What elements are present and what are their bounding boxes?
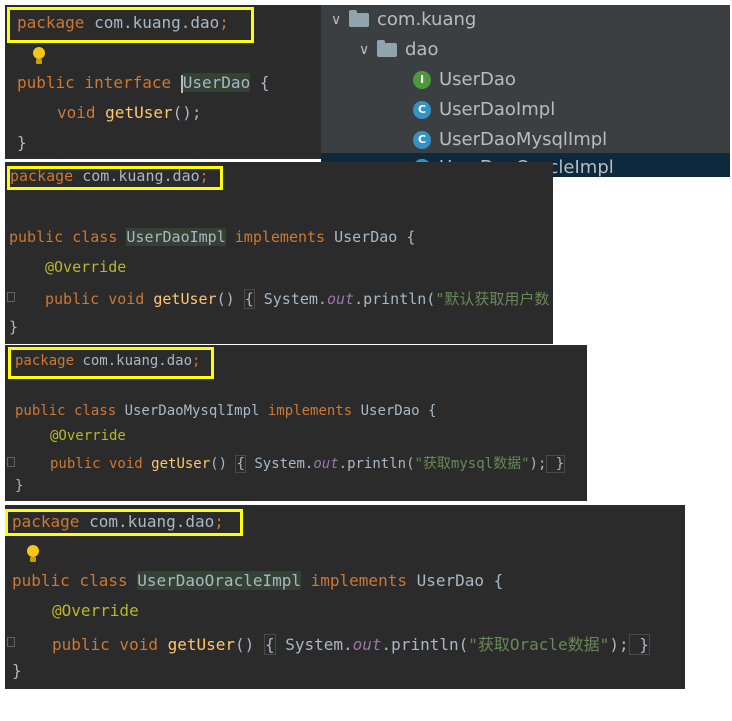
close-brace: }: [17, 133, 27, 152]
keyword: public class: [12, 571, 138, 590]
method-params: ();: [172, 103, 202, 122]
interface-name: UserDao: [182, 73, 251, 92]
code-text: .println(: [338, 456, 415, 472]
close-brace: }: [9, 318, 19, 336]
tree-item-folder[interactable]: ∨ dao: [359, 39, 438, 60]
tree-item-userdaomysqlimpl[interactable]: C UserDaoMysqlImpl: [413, 129, 607, 150]
method-params: (): [216, 290, 244, 308]
method-line: public void getUser() { System.out.print…: [52, 631, 650, 655]
brace: }: [546, 455, 566, 473]
code-text: .println(: [354, 290, 436, 308]
keyword: public interface: [17, 73, 181, 92]
file-label: UserDaoImpl: [439, 99, 556, 120]
project-tree: ∨ com.kuang ∨ dao I UserDao C UserDaoImpl CU…: [321, 5, 730, 177]
method-name: getUser: [151, 456, 211, 472]
brace: {: [243, 289, 255, 309]
highlight-box: [7, 7, 254, 43]
brace: {: [484, 571, 504, 590]
keyword: public void: [45, 290, 154, 308]
brace: }: [628, 634, 650, 655]
file-label: UserDaoMysqlImpl: [439, 129, 608, 150]
brace: {: [263, 634, 276, 655]
fold-icon[interactable]: [7, 637, 15, 647]
class-name: UserDaoOracleImpl: [137, 571, 301, 590]
class-name: UserDaoImpl: [126, 228, 226, 246]
chevron-down-icon[interactable]: ∨: [359, 42, 377, 58]
class-line: public class UserDaoMysqlImpl implements…: [15, 403, 436, 419]
static-field: out: [313, 456, 339, 472]
interface-name: UserDao: [360, 403, 420, 419]
static-field: out: [326, 290, 355, 308]
keyword: implements: [301, 571, 417, 590]
keyword: public class: [9, 228, 127, 246]
static-field: out: [352, 635, 382, 654]
brace: {: [235, 455, 246, 473]
method-name: getUser: [167, 635, 236, 654]
highlight-box: [8, 347, 214, 379]
keyword: void: [57, 103, 106, 122]
brace: {: [397, 228, 416, 246]
class-name: UserDaoMysqlImpl: [124, 403, 260, 419]
highlight-box: [7, 166, 223, 190]
tree-item-userdaoimpl[interactable]: C UserDaoImpl: [413, 99, 555, 120]
method-params: (): [210, 456, 236, 472]
tree-item-package[interactable]: ∨ com.kuang: [331, 9, 476, 30]
keyword: public class: [15, 403, 125, 419]
method-name: getUser: [153, 290, 217, 308]
keyword: public void: [52, 635, 168, 654]
string-literal: "默认获取用户数: [435, 290, 550, 308]
code-text: System.: [245, 456, 314, 472]
code-text: System.: [275, 635, 353, 654]
override-annotation: @Override: [45, 258, 127, 276]
close-brace: }: [12, 661, 22, 680]
code-text: );: [529, 456, 547, 472]
method-line: public void getUser() { System.out.print…: [50, 453, 566, 473]
override-annotation: @Override: [50, 428, 126, 444]
folder-label: dao: [405, 39, 439, 60]
package-folder-icon: [349, 10, 369, 27]
watermark: CSDN @暮色_年华: [579, 693, 718, 712]
brace: {: [250, 73, 270, 92]
class-icon: C: [413, 131, 431, 149]
lightbulb-icon[interactable]: [33, 47, 45, 64]
interface-name: UserDao: [334, 228, 398, 246]
interface-name: UserDao: [416, 571, 485, 590]
string-literal: "获取mysql数据": [414, 456, 530, 472]
file-label: UserDao: [439, 69, 516, 90]
method-name: getUser: [105, 103, 173, 122]
keyword: implements: [225, 228, 335, 246]
keyword: implements: [259, 403, 361, 419]
class-line: public class UserDaoImpl implements User…: [9, 228, 415, 246]
method-params: (): [235, 635, 264, 654]
code-text: );: [609, 635, 629, 654]
fold-icon[interactable]: [7, 457, 15, 467]
method-line: public void getUser() { System.out.print…: [45, 288, 549, 309]
class-line: public class UserDaoOracleImpl implement…: [12, 571, 503, 590]
folder-icon: [377, 40, 397, 57]
brace: {: [419, 403, 437, 419]
class-icon: C: [413, 101, 431, 119]
override-annotation: @Override: [52, 601, 139, 620]
tree-item-userdao[interactable]: I UserDao: [413, 69, 516, 90]
highlight-box: [5, 509, 243, 536]
interface-line: public interface UserDao {: [17, 73, 269, 93]
lightbulb-icon[interactable]: [27, 545, 39, 562]
fold-icon[interactable]: [7, 292, 15, 302]
method-line: void getUser();: [57, 103, 202, 122]
keyword: public void: [50, 456, 152, 472]
package-label: com.kuang: [377, 9, 477, 30]
code-text: System.: [254, 290, 327, 308]
code-text: .println(: [381, 635, 469, 654]
string-literal: "获取Oracle数据": [468, 635, 610, 654]
close-brace: }: [15, 478, 24, 494]
chevron-down-icon[interactable]: ∨: [331, 12, 349, 28]
interface-icon: I: [413, 71, 431, 89]
